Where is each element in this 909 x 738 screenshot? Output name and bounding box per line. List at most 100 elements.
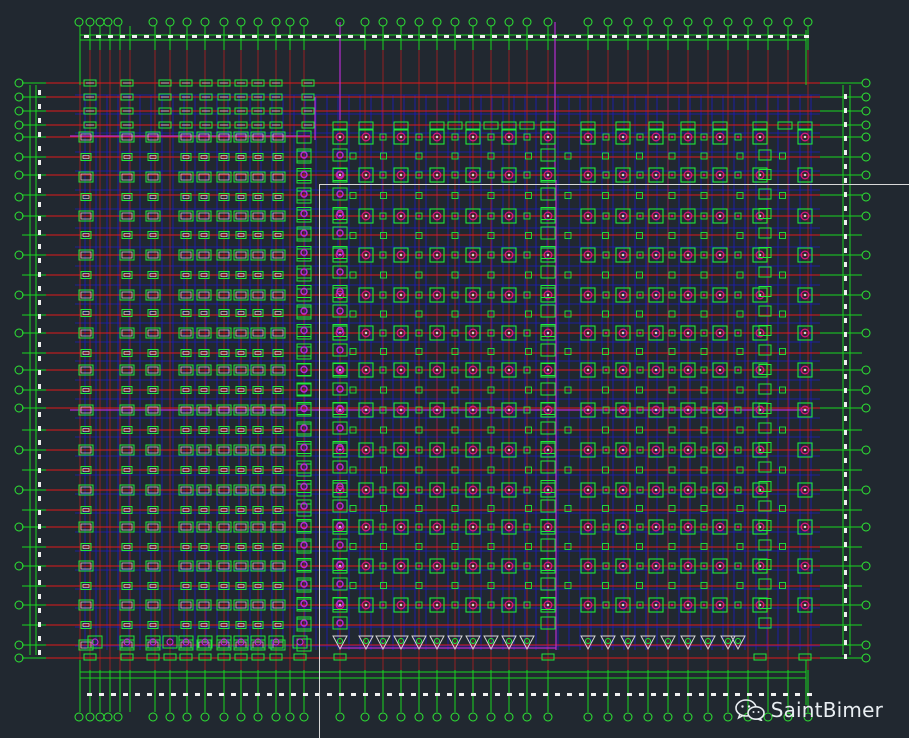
axis-bubble — [14, 92, 24, 102]
tick-mark — [387, 693, 392, 696]
tick-mark — [375, 693, 380, 696]
tick-mark — [264, 35, 269, 38]
stud-dot — [453, 214, 457, 218]
tick-mark — [279, 693, 284, 696]
floor-plan-drawing[interactable] — [0, 0, 909, 738]
pile-center — [718, 331, 722, 335]
axis-bubble — [165, 17, 175, 27]
tick-mark — [38, 510, 41, 515]
wechat-icon — [734, 699, 765, 721]
stud — [380, 505, 387, 512]
axis-bubble — [603, 712, 613, 722]
tick-mark — [783, 693, 788, 696]
tick-mark — [504, 35, 509, 38]
axis-bubble — [200, 712, 210, 722]
axis-bubble — [253, 712, 263, 722]
axis-bubble — [14, 170, 24, 180]
axis-bubble — [703, 712, 713, 722]
pile-center — [364, 488, 368, 492]
stud-dot — [736, 214, 740, 218]
pile-center — [364, 173, 368, 177]
axis-bubble — [14, 640, 24, 650]
tick-mark — [844, 220, 847, 225]
triangle-cap-core — [363, 638, 369, 644]
stud-dot — [525, 408, 529, 412]
axis-bubble — [113, 17, 123, 27]
column — [758, 325, 772, 336]
tick-mark — [844, 290, 847, 295]
stud-dot — [453, 331, 457, 335]
pile-center — [621, 135, 625, 139]
pile-center — [803, 408, 807, 412]
tick-mark — [38, 90, 41, 95]
tick-mark — [844, 486, 847, 491]
pile-center — [435, 173, 439, 177]
tick-mark — [495, 693, 500, 696]
tick-mark — [459, 693, 464, 696]
stud-dot — [417, 525, 421, 529]
pile-center — [546, 603, 550, 607]
tick-mark — [844, 122, 847, 127]
stud-dot — [417, 488, 421, 492]
axis-bubble — [14, 485, 24, 495]
axis-bubble — [182, 712, 192, 722]
axis-bubble — [414, 712, 424, 722]
pile-center — [399, 408, 403, 412]
axis-bubble — [861, 106, 871, 116]
axis-bubble — [504, 712, 514, 722]
stud-dot — [417, 135, 421, 139]
stud — [349, 310, 357, 318]
axis-bubble — [861, 600, 871, 610]
axis-bubble — [74, 17, 84, 27]
stud-dot — [638, 488, 642, 492]
pile-center — [471, 448, 475, 452]
pile-center — [471, 408, 475, 412]
pile-center — [686, 214, 690, 218]
tick-mark — [507, 693, 512, 696]
stud-dot — [702, 214, 706, 218]
stud — [380, 348, 387, 355]
stud-dot — [381, 448, 385, 452]
pile-center — [686, 293, 690, 297]
tick-mark — [844, 262, 847, 267]
stud-dot — [417, 214, 421, 218]
tick-mark — [288, 35, 293, 38]
tick-mark — [660, 35, 665, 38]
pile-center — [435, 564, 439, 568]
axis-bubble — [643, 712, 653, 722]
pile-center — [686, 488, 690, 492]
pile-center — [586, 448, 590, 452]
stud-dot — [381, 525, 385, 529]
tick-mark — [219, 693, 224, 696]
axis-bubble — [861, 403, 871, 413]
pile-center — [621, 331, 625, 335]
stud-dot — [702, 293, 706, 297]
tick-mark — [38, 286, 41, 291]
axis-bubble — [723, 17, 733, 27]
stud — [564, 348, 572, 355]
stud — [736, 152, 744, 160]
axis-bubble — [861, 250, 871, 260]
tick-mark — [531, 693, 536, 696]
stud-dot — [638, 214, 642, 218]
triangle-cap-core — [735, 638, 741, 644]
stud — [636, 152, 643, 160]
cad-viewport[interactable]: SaintBimer — [0, 0, 909, 738]
stud-dot — [702, 448, 706, 452]
tick-mark — [804, 35, 809, 38]
pile-center — [507, 488, 511, 492]
tick-mark — [255, 693, 260, 696]
pile-center — [364, 368, 368, 372]
axis-bubble — [861, 92, 871, 102]
stud-dot — [453, 253, 457, 257]
pile-center — [338, 368, 342, 372]
axis-bubble — [803, 17, 813, 27]
stud-dot — [702, 173, 706, 177]
stud-dot — [702, 331, 706, 335]
tick-mark — [471, 693, 476, 696]
axis-bubble — [861, 561, 871, 571]
axis-bubble — [861, 170, 871, 180]
tick-mark — [120, 35, 125, 38]
pile-center — [803, 331, 807, 335]
tick-mark — [38, 314, 41, 319]
